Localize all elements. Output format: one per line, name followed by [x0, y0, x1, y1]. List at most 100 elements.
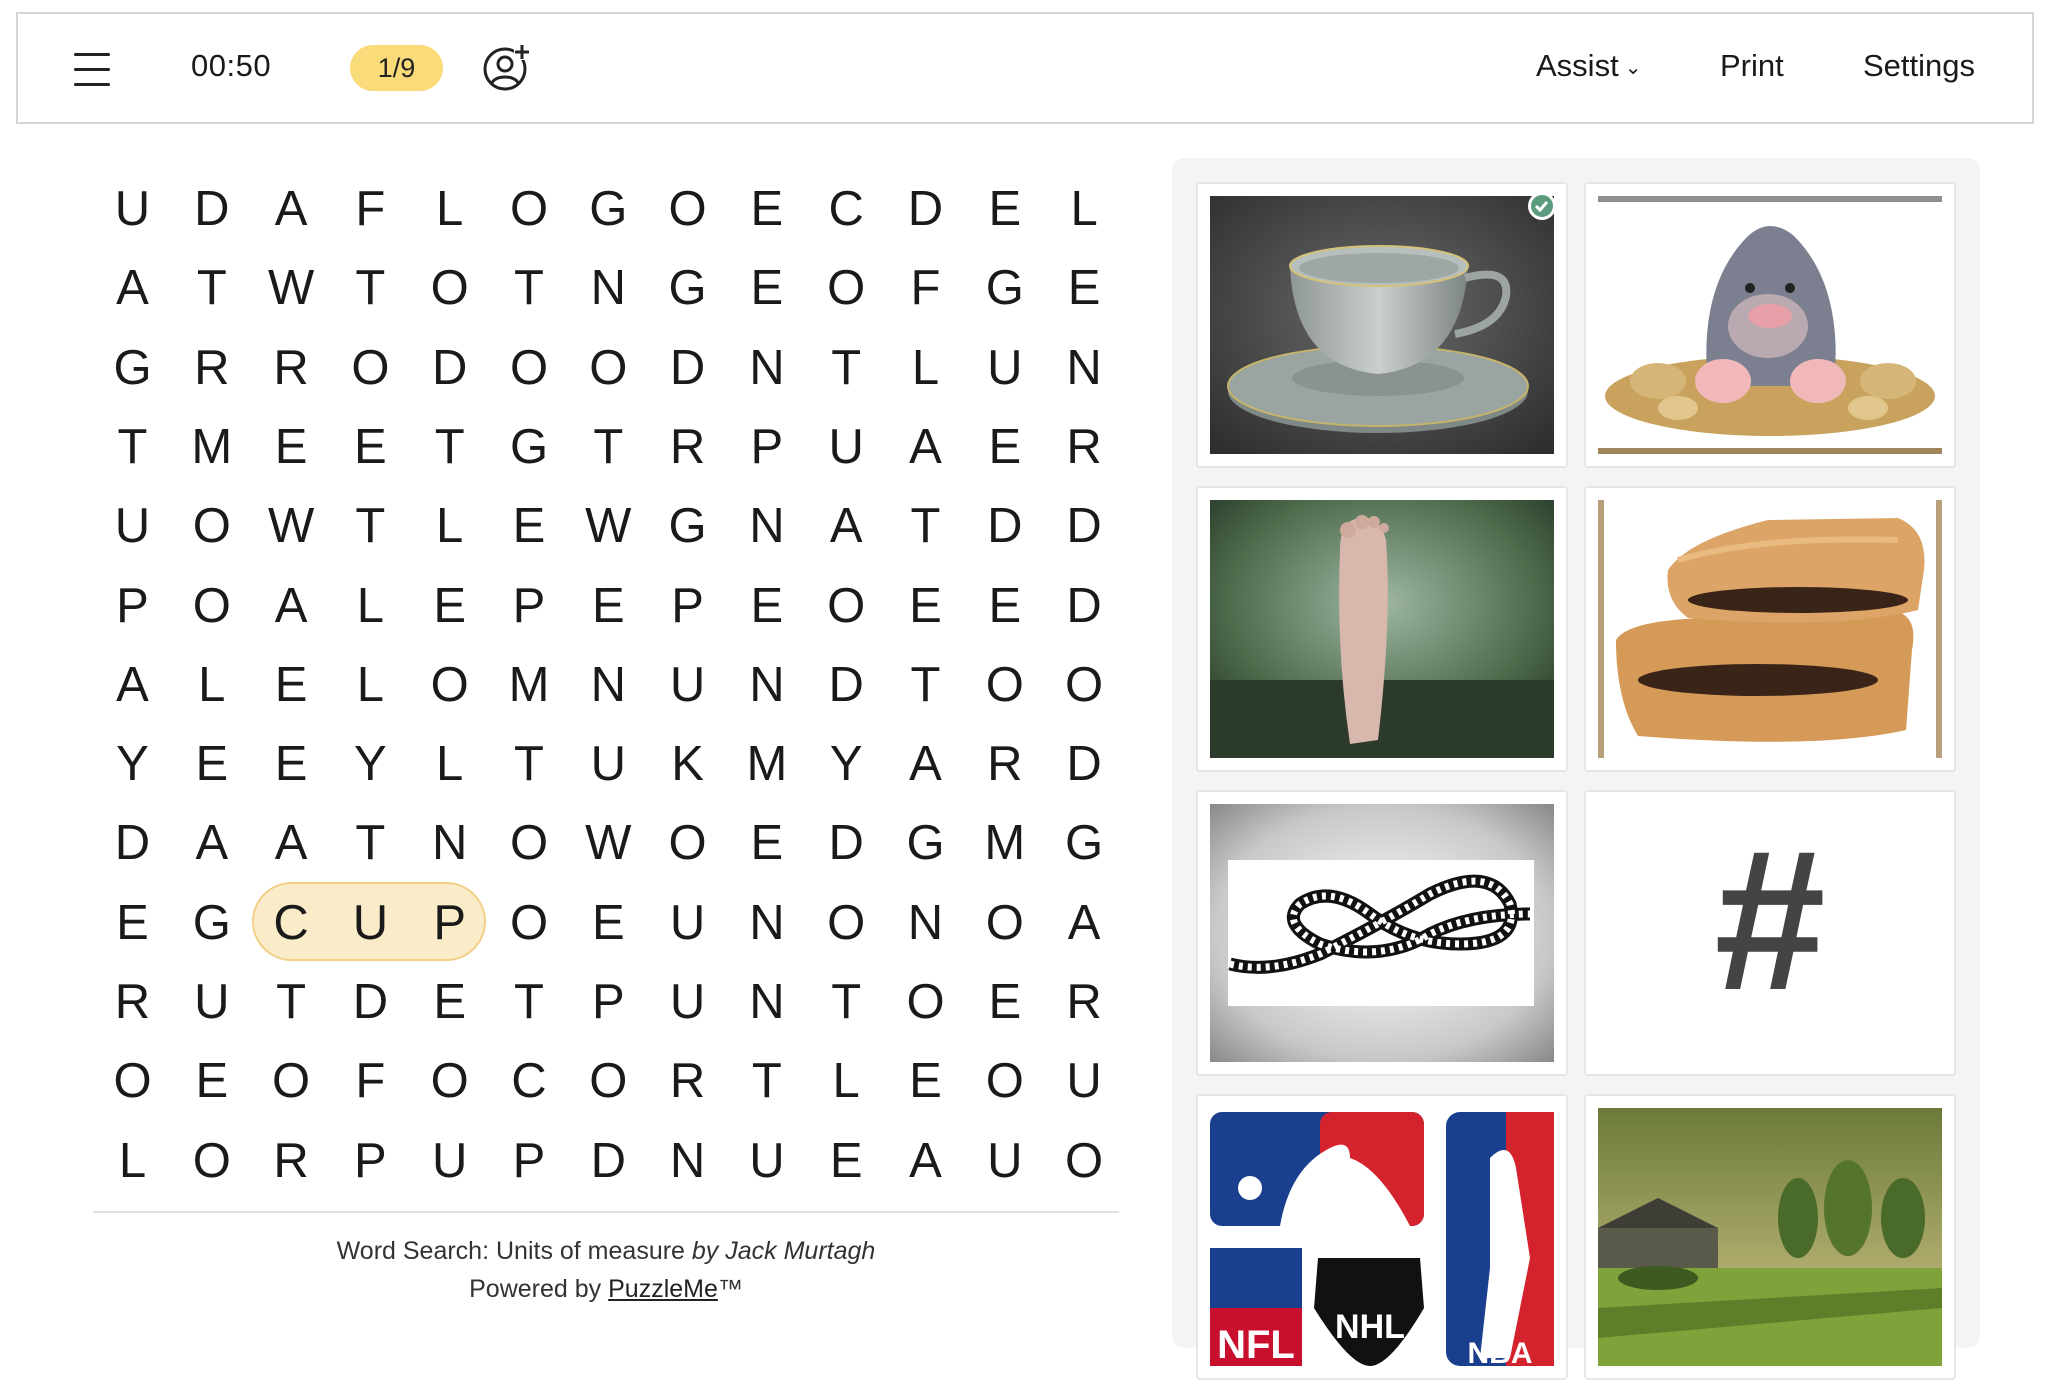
grid-letter[interactable]: T — [727, 1042, 806, 1121]
grid-letter[interactable]: L — [886, 329, 965, 408]
grid-letter[interactable]: A — [1045, 884, 1124, 963]
grid-letter[interactable]: A — [807, 487, 886, 566]
grid-letter[interactable]: D — [886, 170, 965, 249]
grid-letter[interactable]: O — [410, 646, 489, 725]
grid-letter[interactable]: E — [331, 408, 410, 487]
grid-letter[interactable]: E — [410, 567, 489, 646]
grid-letter[interactable]: T — [252, 963, 331, 1042]
grid-letter[interactable]: A — [93, 249, 172, 328]
grid-letter[interactable]: U — [727, 1122, 806, 1201]
grid-letter[interactable]: P — [490, 567, 569, 646]
clue-card-teacup[interactable] — [1196, 182, 1568, 468]
grid-letter[interactable]: P — [490, 1122, 569, 1201]
grid-letter[interactable]: O — [569, 1042, 648, 1121]
grid-letter[interactable]: C — [252, 884, 331, 963]
grid-letter[interactable]: L — [331, 567, 410, 646]
grid-letter[interactable]: R — [965, 725, 1044, 804]
grid-letter[interactable]: R — [1045, 963, 1124, 1042]
grid-letter[interactable]: P — [410, 884, 489, 963]
grid-letter[interactable]: T — [490, 249, 569, 328]
grid-letter[interactable]: A — [886, 725, 965, 804]
grid-letter[interactable]: O — [252, 1042, 331, 1121]
grid-letter[interactable]: E — [172, 725, 251, 804]
grid-letter[interactable]: N — [727, 963, 806, 1042]
clue-card-knot[interactable] — [1196, 790, 1568, 1076]
grid-letter[interactable]: M — [727, 725, 806, 804]
grid-letter[interactable]: D — [807, 646, 886, 725]
grid-letter[interactable]: O — [490, 804, 569, 883]
grid-letter[interactable]: D — [331, 963, 410, 1042]
grid-letter[interactable]: D — [1045, 567, 1124, 646]
grid-letter[interactable]: L — [172, 646, 251, 725]
grid-letter[interactable]: T — [331, 804, 410, 883]
grid-letter[interactable]: U — [93, 487, 172, 566]
grid-letter[interactable]: O — [172, 1122, 251, 1201]
grid-letter[interactable]: O — [886, 963, 965, 1042]
clue-card-fig-bar[interactable] — [1584, 486, 1956, 772]
grid-letter[interactable]: R — [172, 329, 251, 408]
grid-letter[interactable]: G — [648, 487, 727, 566]
grid-letter[interactable]: O — [172, 567, 251, 646]
grid-letter[interactable]: O — [490, 170, 569, 249]
grid-letter[interactable]: E — [93, 884, 172, 963]
grid-letter[interactable]: U — [331, 884, 410, 963]
grid-letter[interactable]: U — [172, 963, 251, 1042]
settings-button[interactable]: Settings — [1863, 48, 1975, 84]
grid-letter[interactable]: A — [93, 646, 172, 725]
grid-letter[interactable]: O — [490, 884, 569, 963]
puzzleme-link[interactable]: PuzzleMe — [608, 1275, 718, 1303]
word-search-grid[interactable]: UDAFLOGOECDELATWTOTNGEOFGEGRRODOODNTLUNT… — [93, 170, 1124, 1188]
grid-letter[interactable]: T — [807, 329, 886, 408]
grid-letter[interactable]: O — [648, 170, 727, 249]
grid-letter[interactable]: E — [727, 567, 806, 646]
grid-letter[interactable]: G — [172, 884, 251, 963]
grid-letter[interactable]: O — [807, 567, 886, 646]
grid-letter[interactable]: T — [807, 963, 886, 1042]
grid-letter[interactable]: P — [331, 1122, 410, 1201]
grid-letter[interactable]: U — [807, 408, 886, 487]
grid-letter[interactable]: N — [727, 329, 806, 408]
grid-letter[interactable]: Y — [807, 725, 886, 804]
grid-letter[interactable]: D — [807, 804, 886, 883]
grid-letter[interactable]: O — [1045, 1122, 1124, 1201]
grid-letter[interactable]: O — [331, 329, 410, 408]
grid-letter[interactable]: E — [965, 567, 1044, 646]
add-user-icon[interactable] — [482, 42, 532, 92]
grid-letter[interactable]: P — [569, 963, 648, 1042]
grid-letter[interactable]: F — [331, 1042, 410, 1121]
grid-letter[interactable]: N — [648, 1122, 727, 1201]
grid-letter[interactable]: T — [886, 646, 965, 725]
grid-letter[interactable]: E — [569, 567, 648, 646]
grid-letter[interactable]: R — [1045, 408, 1124, 487]
clue-card-foot[interactable] — [1196, 486, 1568, 772]
grid-letter[interactable]: A — [252, 804, 331, 883]
grid-letter[interactable]: U — [648, 646, 727, 725]
grid-letter[interactable]: E — [490, 487, 569, 566]
grid-letter[interactable]: R — [252, 1122, 331, 1201]
grid-letter[interactable]: D — [965, 487, 1044, 566]
grid-letter[interactable]: U — [648, 884, 727, 963]
grid-letter[interactable]: E — [252, 408, 331, 487]
grid-letter[interactable]: E — [252, 646, 331, 725]
grid-letter[interactable]: O — [172, 487, 251, 566]
grid-letter[interactable]: D — [410, 329, 489, 408]
grid-letter[interactable]: W — [569, 487, 648, 566]
grid-letter[interactable]: P — [648, 567, 727, 646]
grid-letter[interactable]: A — [252, 170, 331, 249]
grid-letter[interactable]: O — [807, 884, 886, 963]
grid-letter[interactable]: O — [648, 804, 727, 883]
grid-letter[interactable]: L — [1045, 170, 1124, 249]
grid-letter[interactable]: M — [172, 408, 251, 487]
grid-letter[interactable]: N — [1045, 329, 1124, 408]
clue-card-hash[interactable]: # — [1584, 790, 1956, 1076]
grid-letter[interactable]: T — [331, 249, 410, 328]
grid-letter[interactable]: K — [648, 725, 727, 804]
grid-letter[interactable]: F — [886, 249, 965, 328]
grid-letter[interactable]: G — [1045, 804, 1124, 883]
grid-letter[interactable]: G — [886, 804, 965, 883]
grid-letter[interactable]: E — [727, 804, 806, 883]
grid-letter[interactable]: O — [965, 884, 1044, 963]
grid-letter[interactable]: E — [727, 249, 806, 328]
grid-letter[interactable]: E — [252, 725, 331, 804]
grid-letter[interactable]: E — [172, 1042, 251, 1121]
